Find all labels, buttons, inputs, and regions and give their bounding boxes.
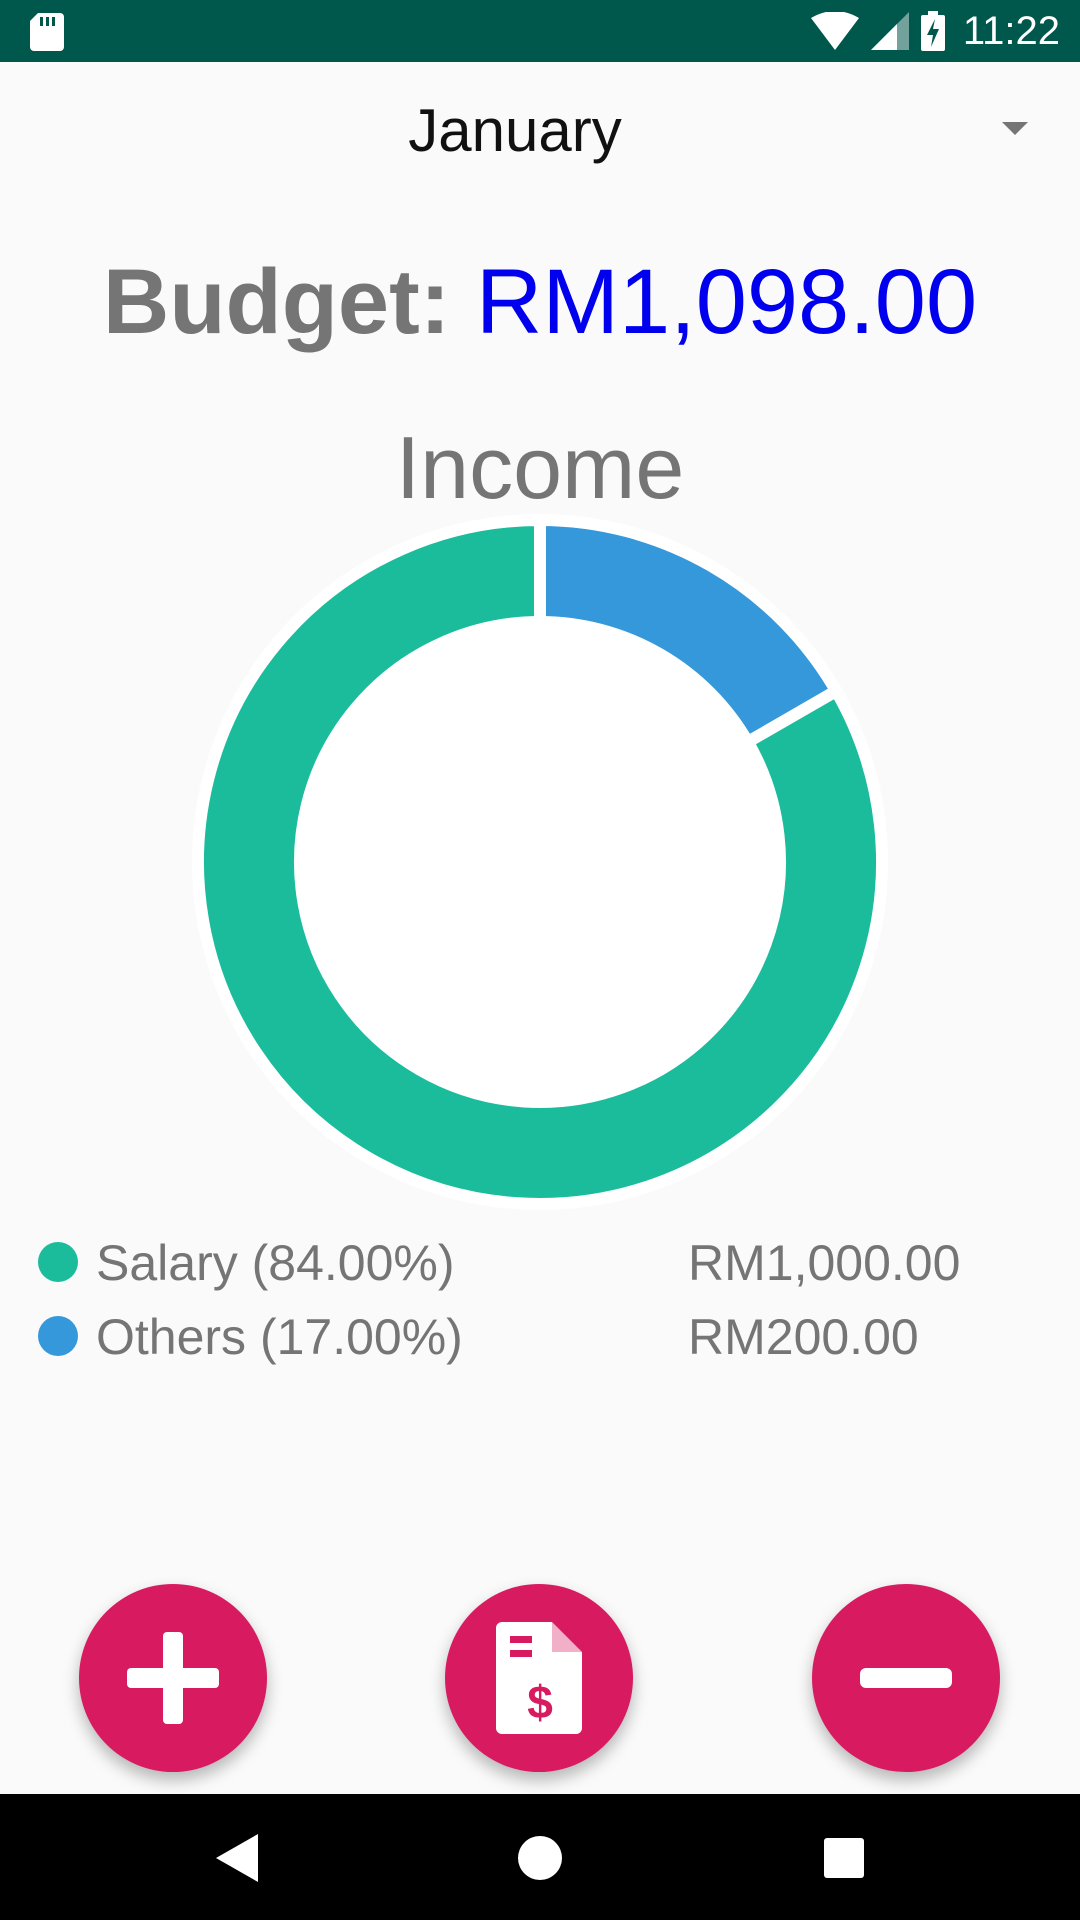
legend-color-dot [38, 1316, 78, 1356]
legend-amount: RM200.00 [688, 1309, 919, 1365]
signal-icon [870, 12, 909, 50]
wifi-icon [810, 12, 859, 50]
plus-icon [127, 1632, 219, 1724]
chart-legend: Salary (84.00%) RM1,000.00 Others (17.00… [36, 1228, 1046, 1376]
chart-title: Income [395, 418, 685, 517]
recents-icon[interactable] [814, 1828, 874, 1888]
navigation-bar [0, 1794, 1080, 1920]
status-bar: 11:22 [0, 0, 1080, 62]
svg-text:$: $ [527, 1676, 553, 1728]
add-expense-button[interactable] [812, 1584, 1000, 1772]
invoice-dollar-icon: $ [496, 1622, 582, 1734]
budget-label: Budget: [102, 251, 451, 353]
legend-amount: RM1,000.00 [688, 1235, 961, 1291]
home-icon[interactable] [510, 1828, 570, 1888]
clock: 11:22 [962, 8, 1060, 53]
legend-label: Salary (84.00%) [96, 1235, 455, 1291]
income-donut-chart[interactable] [190, 512, 890, 1212]
sd-card-icon [30, 13, 64, 51]
legend-color-dot [38, 1242, 78, 1282]
dropdown-arrow-icon[interactable] [1002, 122, 1028, 135]
status-icons: 11:22 [810, 0, 1060, 62]
donut-center-hole [304, 626, 776, 1098]
add-income-button[interactable] [79, 1584, 267, 1772]
month-dropdown[interactable]: January [0, 62, 1080, 202]
month-selected-value: January [408, 97, 622, 164]
budget-summary: Budget: RM1,098.00 [0, 252, 1080, 352]
legend-label: Others (17.00%) [96, 1309, 463, 1365]
legend-item-others: Others (17.00%) RM200.00 [36, 1302, 1046, 1376]
back-icon[interactable] [210, 1828, 270, 1888]
budget-value: RM1,098.00 [475, 251, 978, 353]
battery-charging-icon [920, 11, 945, 51]
legend-item-salary: Salary (84.00%) RM1,000.00 [36, 1228, 1046, 1302]
report-button[interactable]: $ [445, 1584, 633, 1772]
minus-icon [860, 1668, 952, 1688]
